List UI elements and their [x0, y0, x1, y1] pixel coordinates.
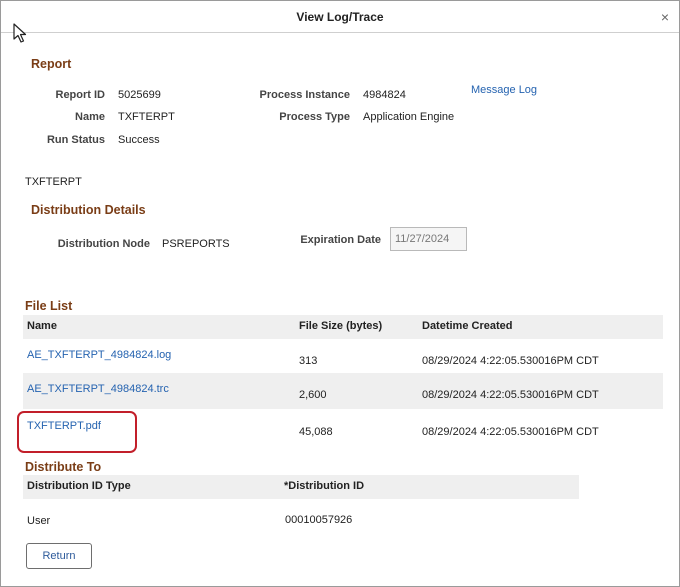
- distribution-id: 00010057926: [285, 514, 353, 526]
- file-size: 45,088: [299, 426, 333, 438]
- distribution-node-label: Distribution Node: [57, 238, 150, 250]
- dialog-title: View Log/Trace: [296, 10, 384, 24]
- process-type-value: Application Engine: [363, 111, 455, 123]
- return-button[interactable]: Return: [26, 543, 92, 569]
- name-value: TXFTERPT: [118, 111, 175, 123]
- file-datetime: 08/29/2024 4:22:05.530016PM CDT: [422, 355, 599, 367]
- distribute-to-heading: Distribute To: [25, 460, 102, 474]
- process-type-label: Process Type: [279, 111, 350, 123]
- expiration-date-field[interactable]: 11/27/2024: [390, 227, 467, 251]
- report-name-text: TXFTERPT: [25, 176, 82, 188]
- distribute-col-type: Distribution ID Type: [27, 480, 131, 492]
- distribution-details-heading: Distribution Details: [31, 203, 146, 217]
- table-row: User 00010057926: [23, 499, 579, 535]
- file-datetime: 08/29/2024 4:22:05.530016PM CDT: [422, 389, 599, 401]
- distribute-col-id: *Distribution ID: [284, 480, 365, 492]
- expiration-date-label: Expiration Date: [300, 234, 381, 246]
- file-size: 313: [299, 355, 318, 367]
- file-list-col-name: Name: [27, 320, 57, 332]
- view-log-trace-dialog: View Log/Trace × Report Report ID 502569…: [0, 0, 680, 587]
- report-id-label: Report ID: [55, 89, 106, 101]
- file-list-col-size: File Size (bytes): [299, 320, 383, 332]
- file-list-heading: File List: [25, 299, 73, 313]
- file-link[interactable]: AE_TXFTERPT_4984824.trc: [27, 383, 169, 395]
- file-link[interactable]: AE_TXFTERPT_4984824.log: [27, 349, 171, 361]
- message-log-link[interactable]: Message Log: [471, 84, 537, 96]
- report-id-value: 5025699: [118, 89, 161, 101]
- name-label: Name: [75, 111, 105, 123]
- run-status-label: Run Status: [46, 134, 105, 146]
- report-section-heading: Report: [31, 57, 72, 71]
- file-size: 2,600: [299, 389, 327, 401]
- distribution-id-type: User: [27, 515, 51, 527]
- close-icon[interactable]: ×: [661, 9, 669, 25]
- distribution-node-value: PSREPORTS: [162, 238, 230, 250]
- process-instance-label: Process Instance: [259, 89, 351, 101]
- file-datetime: 08/29/2024 4:22:05.530016PM CDT: [422, 426, 599, 438]
- highlight-box: [17, 411, 137, 453]
- dialog-titlebar: View Log/Trace ×: [1, 1, 679, 33]
- process-instance-value: 4984824: [363, 89, 406, 101]
- file-list-col-datetime: Datetime Created: [422, 320, 513, 332]
- table-row: AE_TXFTERPT_4984824.trc 2,600 08/29/2024…: [23, 373, 663, 409]
- mouse-pointer-icon: [13, 23, 27, 43]
- run-status-value: Success: [118, 134, 160, 146]
- table-row: AE_TXFTERPT_4984824.log 313 08/29/2024 4…: [23, 339, 663, 373]
